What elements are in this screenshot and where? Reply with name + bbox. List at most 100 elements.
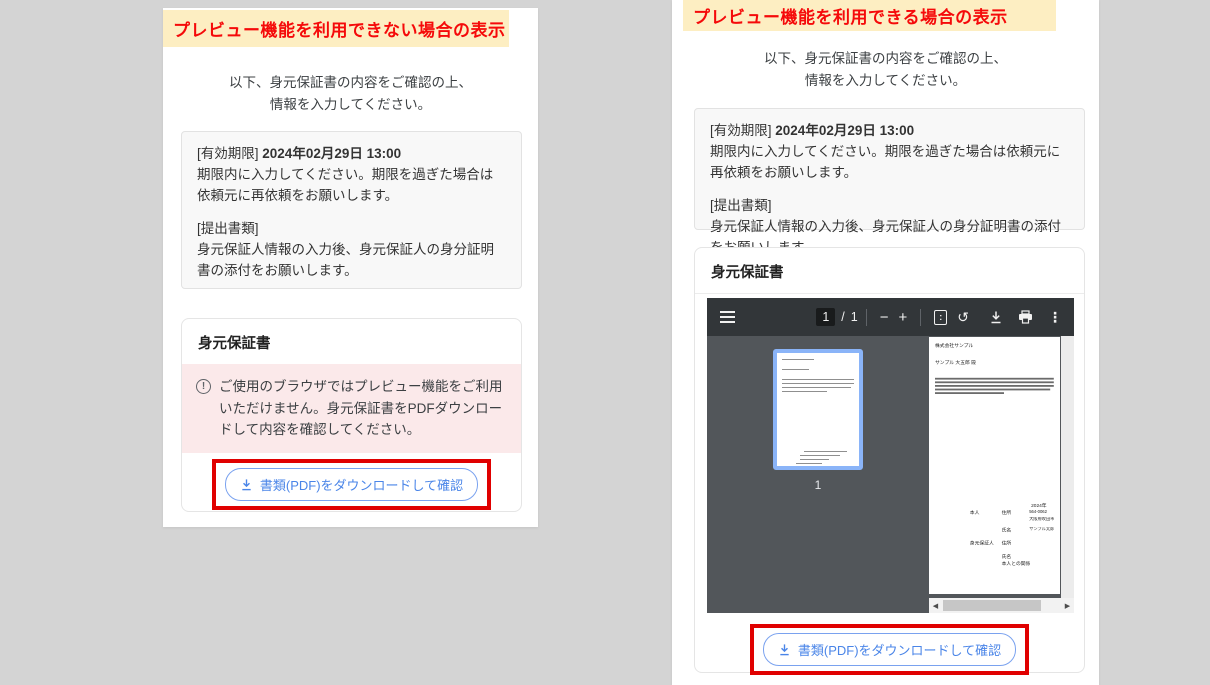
doc-relation-label: 本人との関係 [1002, 561, 1050, 567]
download-icon [989, 310, 1003, 324]
doc-address-value: 大阪府吹田市垂水町一丁目 [1029, 517, 1054, 522]
page-thumbnail[interactable] [773, 349, 863, 470]
toolbar-right-icons: ⋮ [984, 310, 1067, 324]
instruction-text: 以下、身元保証書の内容をご確認の上、 情報を入力してください。 [672, 48, 1099, 93]
doc-addressee: サンプル 大五郎 殿 [935, 360, 1054, 366]
deadline-line: [有効期限] 2024年02月29日 13:00 [710, 121, 1069, 142]
download-pdf-button[interactable]: 書類(PDF)をダウンロードして確認 [763, 633, 1016, 666]
page-counter: 1 / 1 [816, 308, 857, 326]
doc-row-person-name: 氏名 サンプル太郎 [935, 527, 1054, 533]
pdf-toolbar: 1 / 1 − + : ↺ [707, 298, 1074, 336]
thumbnail-text-line [782, 387, 851, 388]
button-row: 書類(PDF)をダウンロードして確認 [182, 459, 521, 510]
doc-row-guarantor-address: 身元保証人 住所 [935, 540, 1054, 546]
thumbnail-text-line [782, 359, 814, 360]
thumbnail-text-line [796, 463, 821, 464]
toolbar-separator [866, 309, 867, 326]
doc-row-address-value: 大阪府吹田市垂水町一丁目 [935, 517, 1054, 522]
document-card: 身元保証書 ! ご使用のブラウザではプレビュー機能をご利用いただけません。身元保… [181, 318, 522, 512]
print-button[interactable] [1013, 310, 1038, 324]
vertical-scrollbar[interactable] [1061, 336, 1074, 598]
download-icon [778, 643, 791, 656]
spacer [710, 184, 1069, 196]
deadline-value: 2024年02月29日 13:00 [262, 146, 401, 161]
banner-preview-unavailable: プレビュー機能を利用できない場合の表示 [163, 10, 509, 47]
doc-company: 株式会社サンプル [935, 343, 1054, 349]
thumbnail-text-line [782, 379, 854, 380]
panel-preview-available: プレビュー機能を利用できる場合の表示 以下、身元保証書の内容をご確認の上、 情報… [672, 0, 1099, 685]
scrollbar-track[interactable] [942, 598, 1061, 613]
document-card: 身元保証書 1 / 1 − + : [694, 247, 1085, 673]
spacer [197, 207, 506, 219]
thumbnail-page-number: 1 [707, 478, 929, 492]
print-icon [1018, 310, 1033, 324]
instruction-line-2: 情報を入力してください。 [672, 70, 1099, 92]
thumbnail-text-line [800, 455, 840, 456]
info-box: [有効期限] 2024年02月29日 13:00 期限内に入力してください。期限… [181, 131, 522, 289]
doc-guarantor-label: 身元保証人 [970, 540, 1002, 546]
doc-guarantor-address-label: 住所 [1002, 540, 1030, 546]
download-button[interactable] [984, 310, 1008, 324]
red-annotation-box: 書類(PDF)をダウンロードして確認 [750, 624, 1029, 675]
doc-person-label: 本人 [970, 510, 1002, 516]
doc-name-value: サンプル太郎 [1029, 527, 1054, 533]
doc-year: 2024年 [935, 503, 1054, 509]
warning-text: ご使用のブラウザではプレビュー機能をご利用いただけません。身元保証書をPDFダウ… [219, 376, 507, 441]
horizontal-scrollbar: ◀ ▶ [929, 598, 1074, 613]
doc-row-guarantor-name: 氏名 [935, 553, 1054, 559]
preview-unavailable-warning: ! ご使用のブラウザではプレビュー機能をご利用いただけません。身元保証書をPDF… [182, 364, 521, 453]
doc-row-person-address: 本人 住所 564-0062 [935, 510, 1054, 516]
menu-icon[interactable] [720, 311, 735, 323]
doc-row-relation: 本人との関係 [935, 561, 1054, 567]
more-options-button[interactable]: ⋮ [1043, 310, 1067, 324]
scroll-right-arrow-icon[interactable]: ▶ [1061, 602, 1074, 610]
error-outline-icon: ! [196, 379, 211, 394]
scrollbar-thumb[interactable] [943, 600, 1041, 611]
download-button-label: 書類(PDF)をダウンロードして確認 [260, 475, 463, 494]
toolbar-separator [920, 309, 921, 326]
thumbnail-text-line [782, 369, 809, 370]
fit-to-page-button[interactable]: : [929, 310, 952, 325]
instruction-line-1: 以下、身元保証書の内容をご確認の上、 [672, 48, 1099, 70]
deadline-label: [有効期限] [710, 123, 772, 138]
rotate-button[interactable]: ↺ [952, 310, 974, 324]
doc-postal-code: 564-0062 [1029, 510, 1054, 516]
deadline-value: 2024年02月29日 13:00 [775, 123, 914, 138]
thumbnail-text-line [782, 391, 827, 392]
instruction-line-2: 情報を入力してください。 [163, 94, 538, 116]
button-row: 書類(PDF)をダウンロードして確認 [695, 624, 1084, 675]
current-page-input[interactable]: 1 [816, 308, 835, 326]
instruction-text: 以下、身元保証書の内容をご確認の上、 情報を入力してください。 [163, 72, 538, 117]
red-annotation-box: 書類(PDF)をダウンロードして確認 [212, 459, 491, 510]
pdf-viewer-body: 1 株式会社サンプル サンプル 大五郎 殿 [707, 336, 1074, 613]
comparison-canvas: プレビュー機能を利用できない場合の表示 以下、身元保証書の内容をご確認の上、 情… [0, 0, 1210, 685]
card-title: 身元保証書 [182, 319, 521, 364]
download-pdf-button[interactable]: 書類(PDF)をダウンロードして確認 [225, 468, 478, 501]
total-pages: 1 [851, 310, 858, 324]
documents-note: 身元保証人情報の入力後、身元保証人の身分証明書の添付をお願いします。 [197, 240, 506, 282]
doc-name-label: 氏名 [1002, 527, 1030, 533]
thumbnail-text-line [782, 383, 854, 384]
documents-label: [提出書類] [710, 196, 1069, 217]
download-icon [240, 478, 253, 491]
scroll-left-arrow-icon[interactable]: ◀ [929, 602, 942, 610]
deadline-label: [有効期限] [197, 146, 259, 161]
documents-label: [提出書類] [197, 219, 506, 240]
panel-preview-unavailable: プレビュー機能を利用できない場合の表示 以下、身元保証書の内容をご確認の上、 情… [163, 8, 538, 527]
info-box: [有効期限] 2024年02月29日 13:00 期限内に入力してください。期限… [694, 108, 1085, 230]
deadline-note: 期限内に入力してください。期限を過ぎた場合は依頼元に再依頼をお願いします。 [710, 142, 1069, 184]
zoom-in-button[interactable]: + [894, 310, 913, 325]
document-content: 株式会社サンプル サンプル 大五郎 殿 2024年 [929, 337, 1060, 594]
instruction-line-1: 以下、身元保証書の内容をご確認の上、 [163, 72, 538, 94]
zoom-out-button[interactable]: − [875, 310, 894, 325]
pdf-viewer: 1 / 1 − + : ↺ [707, 298, 1074, 613]
thumbnail-text-line [800, 459, 829, 460]
fit-to-page-icon: : [934, 310, 947, 325]
doc-address-label: 住所 [1002, 510, 1030, 516]
page-divider: / [841, 310, 844, 324]
card-title: 身元保証書 [695, 248, 1084, 294]
thumbnail-text-line [804, 451, 847, 452]
deadline-line: [有効期限] 2024年02月29日 13:00 [197, 144, 506, 165]
deadline-note: 期限内に入力してください。期限を過ぎた場合は依頼元に再依頼をお願いします。 [197, 165, 506, 207]
download-button-label: 書類(PDF)をダウンロードして確認 [798, 640, 1001, 659]
